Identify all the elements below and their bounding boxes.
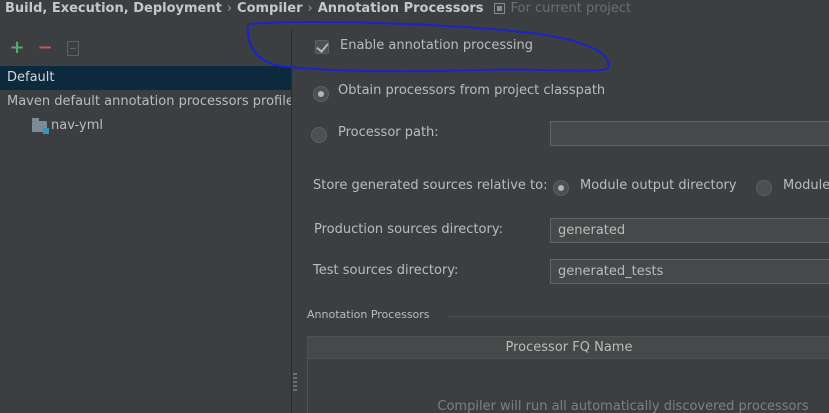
processor-fq-name-column-header[interactable]: Processor FQ Name: [308, 337, 829, 359]
processor-path-label[interactable]: Processor path:: [338, 125, 439, 140]
module-content-root-radio[interactable]: [756, 180, 772, 196]
minus-icon: −: [37, 37, 53, 58]
module-content-root-label[interactable]: Module: [783, 178, 829, 193]
obtain-from-classpath-label[interactable]: Obtain processors from project classpath: [338, 83, 605, 98]
move-document-icon: [67, 40, 79, 56]
add-profile-button[interactable]: +: [6, 37, 28, 59]
remove-profile-button[interactable]: −: [34, 37, 56, 59]
module-item-nav-yml[interactable]: nav-yml: [0, 114, 291, 138]
annotation-processors-section-title: Annotation Processors: [307, 308, 430, 321]
annotation-processors-table[interactable]: Processor FQ Name Compiler will run all …: [307, 336, 829, 413]
project-scope-icon: [493, 2, 505, 14]
store-generated-sources-label: Store generated sources relative to:: [313, 178, 548, 193]
module-output-directory-radio[interactable]: [553, 180, 569, 196]
production-sources-directory-label: Production sources directory:: [314, 222, 503, 237]
breadcrumb-separator: ›: [226, 0, 233, 16]
enable-annotation-processing-checkbox[interactable]: [315, 40, 329, 54]
enable-annotation-processing-label[interactable]: Enable annotation processing: [340, 38, 533, 53]
production-sources-directory-input[interactable]: generated: [550, 218, 829, 243]
breadcrumb-item-build[interactable]: Build, Execution, Deployment: [5, 1, 222, 16]
module-folder-icon: [32, 117, 49, 134]
test-sources-directory-label: Test sources directory:: [313, 263, 459, 278]
breadcrumb-separator: ›: [307, 0, 313, 16]
scope-label: For current project: [510, 0, 632, 16]
profile-item-maven-default[interactable]: Maven default annotation processors prof…: [0, 90, 291, 114]
breadcrumb: Build, Execution, Deployment › Compiler …: [5, 0, 631, 16]
section-divider: [448, 316, 829, 317]
breadcrumb-item-compiler[interactable]: Compiler: [237, 1, 302, 16]
checkmark-icon: [316, 40, 329, 53]
module-output-directory-label[interactable]: Module output directory: [580, 178, 737, 193]
profiles-toolbar: + −: [0, 36, 84, 60]
plus-icon: +: [9, 37, 25, 58]
panel-splitter[interactable]: [291, 30, 292, 413]
obtain-from-classpath-radio[interactable]: [313, 86, 329, 102]
module-label: nav-yml: [51, 118, 103, 133]
processor-path-input[interactable]: [550, 121, 829, 146]
scope-indicator: For current project: [493, 0, 632, 16]
profile-item-default[interactable]: Default: [0, 66, 291, 90]
settings-window: Build, Execution, Deployment › Compiler …: [0, 0, 829, 413]
table-empty-text: Compiler will run all automatically disc…: [437, 399, 809, 413]
breadcrumb-item-annotation-processors: Annotation Processors: [317, 0, 484, 16]
profiles-panel: + − Default Maven default annotation pro…: [0, 30, 291, 413]
test-sources-directory-input[interactable]: generated_tests: [550, 259, 829, 284]
processor-path-radio[interactable]: [311, 127, 327, 143]
move-to-profile-button[interactable]: [62, 37, 84, 59]
profile-list: Default Maven default annotation process…: [0, 66, 291, 138]
splitter-grip-icon[interactable]: [293, 373, 297, 391]
